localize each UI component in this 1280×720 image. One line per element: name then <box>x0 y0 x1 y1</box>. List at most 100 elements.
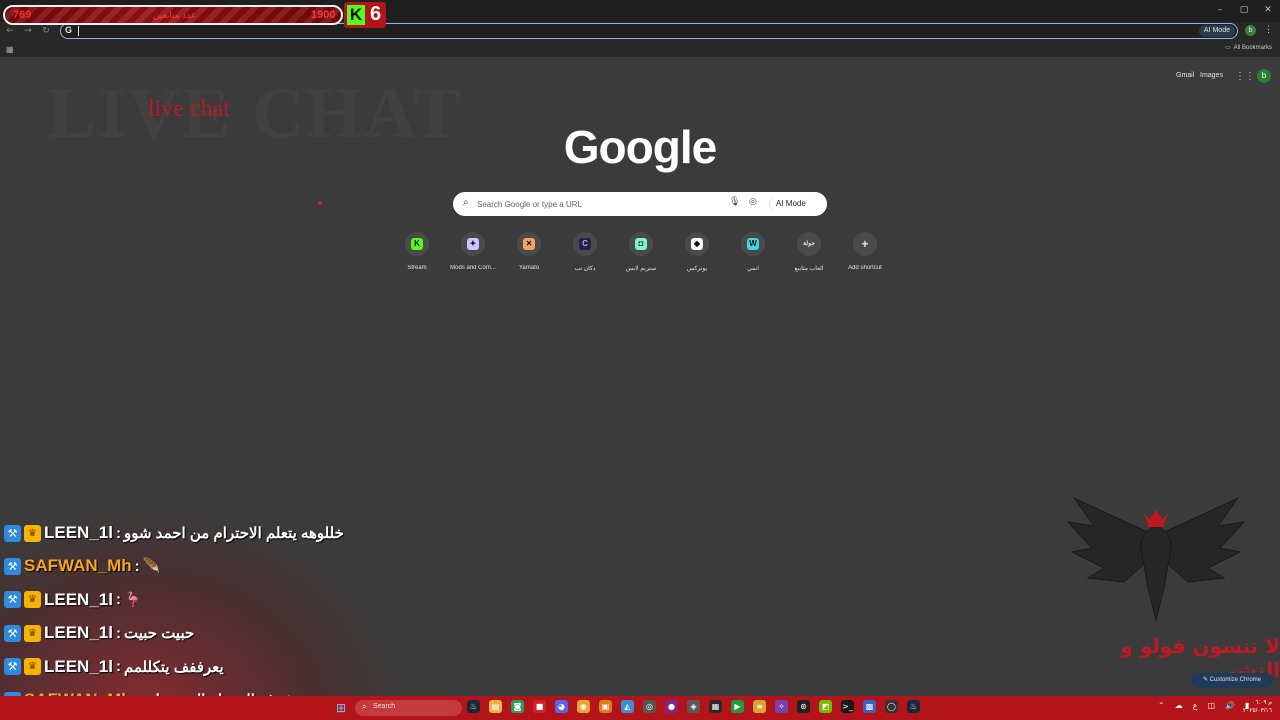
orange-app-icon[interactable]: ▣ <box>599 700 612 713</box>
chat-separator: : <box>134 557 140 575</box>
address-input[interactable] <box>83 25 1183 37</box>
profile-avatar[interactable]: b <box>1245 25 1256 36</box>
folder-icon: ▭ <box>1224 45 1231 51</box>
crown-badge-icon: ♛ <box>24 658 41 676</box>
tray-icon[interactable]: 🔊 <box>1225 701 1235 710</box>
circle-app-icon[interactable]: ◎ <box>643 700 656 713</box>
taskbar-search-icon: ⌕ <box>362 702 367 711</box>
chat-text: يعرففف يتكللمم <box>123 658 224 676</box>
chat-username: LEEN_1l <box>44 623 113 643</box>
clock[interactable]: م ٠٦:٠٩ ٢٠٢٥/٠٣/١٦ <box>1240 699 1272 715</box>
kick-icon: K <box>411 238 423 250</box>
reload-icon[interactable]: ↻ <box>40 25 52 37</box>
images-link[interactable]: Images <box>1200 72 1223 79</box>
chat-message: ⚒ ♛ LEEN_1l : 🦩 <box>4 590 141 610</box>
shortcut-2[interactable]: ✕ Yamato <box>503 232 555 271</box>
shortcut-3[interactable]: C دكان تب <box>559 232 611 272</box>
taskbar-search[interactable]: ⌕ Search <box>355 700 462 716</box>
crown-badge-icon: ♛ <box>24 591 41 609</box>
green-app-icon[interactable]: ◙ <box>511 700 524 713</box>
shortcut-tile: جولة <box>797 232 821 256</box>
red-app-icon[interactable]: ■ <box>533 700 546 713</box>
dukkan-icon: C <box>579 238 591 250</box>
chrome-icon[interactable]: ◉ <box>577 700 590 713</box>
clock-date: ٢٠٢٥/٠٣/١٦ <box>1242 708 1272 714</box>
yamato-icon: ✕ <box>523 238 535 250</box>
chat-username: LEEN_1l <box>44 656 113 676</box>
tray-icon[interactable]: ◫ <box>1207 701 1215 710</box>
lens-icon[interactable]: ◎ <box>749 197 757 207</box>
nvidia-icon[interactable]: ◩ <box>819 700 832 713</box>
kick-counter: 6 <box>370 3 382 25</box>
search-box[interactable]: ⌕ 🎙 ◎ AI Mode <box>453 192 827 216</box>
plus-icon: + <box>861 237 869 251</box>
start-icon[interactable]: ⊞ <box>336 701 346 715</box>
shortcut-4[interactable]: ◘ ستريم لابس <box>615 232 667 272</box>
discord-icon[interactable]: ◕ <box>555 700 568 713</box>
obs-icon[interactable]: ⊛ <box>797 700 810 713</box>
github-icon[interactable]: ◯ <box>885 700 898 713</box>
blue-app-icon[interactable]: ▩ <box>863 700 876 713</box>
chat-username: LEEN_1l <box>44 589 113 609</box>
forward-icon[interactable]: → <box>22 25 34 37</box>
tray-icon[interactable]: ع <box>1193 701 1198 710</box>
sword-badge-icon: ⚒ <box>4 591 21 609</box>
ai-mode-button[interactable]: AI Mode <box>769 196 812 212</box>
green-play-icon[interactable]: ▶ <box>731 700 744 713</box>
kick-icon: K <box>347 5 365 25</box>
all-bookmarks-label: All Bookmarks <box>1233 44 1272 51</box>
shortcut-tile: + <box>853 232 877 256</box>
omnibox[interactable]: G AI Mode <box>60 23 1238 39</box>
text-caret <box>78 26 79 36</box>
purple-app-icon[interactable]: ✧ <box>775 700 788 713</box>
sword-badge-icon: ⚒ <box>4 624 21 642</box>
network-app-icon[interactable]: ◈ <box>687 700 700 713</box>
shortcut-6[interactable]: W انمي <box>727 232 779 272</box>
kick-badge: K 6 <box>344 2 386 28</box>
maximize-button[interactable]: ▢ <box>1232 0 1256 20</box>
search-input[interactable] <box>477 196 727 212</box>
gmail-link[interactable]: Gmail <box>1176 72 1194 79</box>
tray-icon[interactable]: ☁ <box>1175 701 1183 710</box>
mic-app-icon[interactable]: ● <box>665 700 678 713</box>
minimize-button[interactable]: – <box>1208 0 1232 20</box>
shortcut-label: العاب مثابيع <box>794 266 824 272</box>
shortcut-label: يوتركس <box>686 266 708 272</box>
chat-message: ⚒ ♛ LEEN_1l : خللوهه يتعلم الاحترام من احم… <box>4 523 344 543</box>
streamlabs-icon: ◘ <box>635 238 647 250</box>
back-icon[interactable]: ← <box>4 25 16 37</box>
shortcut-tile: W <box>741 232 765 256</box>
google-apps-icon[interactable]: ⋮⋮ <box>1235 71 1255 82</box>
close-button[interactable]: ✕ <box>1256 0 1280 20</box>
taskbar: ⊞ ⌕ Search ♨ ▤ ◙ ■ ◕ ◉ ▣ ◭ ◎ ● ◈ ▦ ▶ ≡ ✧ ⊛ ◩ >_ ▩ ◯ ♨ ⌃ ☁ ع ◫ 🔊 ▮… <box>0 696 1280 720</box>
shortcut-7[interactable]: جولة العاب مثابيع <box>783 232 835 272</box>
tray-icon[interactable]: ⌃ <box>1158 701 1165 710</box>
chat-separator: : <box>115 591 121 609</box>
goal-target: 1900 <box>311 9 336 21</box>
all-bookmarks-button[interactable]: ▭ All Bookmarks <box>1224 44 1272 52</box>
screen: – ▢ ✕ ← → ↻ G AI Mode b ⋮ ▦ ▭ All Bookma… <box>0 0 1280 720</box>
steam-icon[interactable]: ♨ <box>467 700 480 713</box>
terminal-icon[interactable]: >_ <box>841 700 854 713</box>
steam-alt-icon[interactable]: ♨ <box>907 700 920 713</box>
microphone-icon[interactable]: 🎙 <box>729 197 740 207</box>
shortcut-5[interactable]: ◆ يوتركس <box>671 232 723 272</box>
shortcut-1[interactable]: ✦ Mods and Com... <box>447 232 499 271</box>
account-avatar[interactable]: b <box>1257 69 1271 83</box>
omnibox-ai-mode-button[interactable]: AI Mode <box>1198 25 1235 37</box>
chat-message: ⚒ ♛ LEEN_1l : يعرففف يتكللمم <box>4 657 224 677</box>
shortcut-label: دكان تب <box>574 266 596 272</box>
shortcut-0[interactable]: K Stream <box>391 232 443 271</box>
file-explorer-icon[interactable]: ▤ <box>489 700 502 713</box>
yellow-app-icon[interactable]: ≡ <box>753 700 766 713</box>
menu-kebab-icon[interactable]: ⋮ <box>1264 24 1273 35</box>
search-icon: ⌕ <box>463 197 469 208</box>
sheet-app-icon[interactable]: ▦ <box>709 700 722 713</box>
crown-badge-icon: ♛ <box>24 524 41 542</box>
customize-chrome-button[interactable]: ✎ Customize Chrome <box>1191 673 1273 688</box>
shortcut-8[interactable]: + Add shortcut <box>839 232 891 271</box>
sword-badge-icon: ⚒ <box>4 524 21 542</box>
crown-badge-icon: ♛ <box>24 624 41 642</box>
photos-icon[interactable]: ◭ <box>621 700 634 713</box>
apps-grid-icon[interactable]: ▦ <box>6 45 14 54</box>
